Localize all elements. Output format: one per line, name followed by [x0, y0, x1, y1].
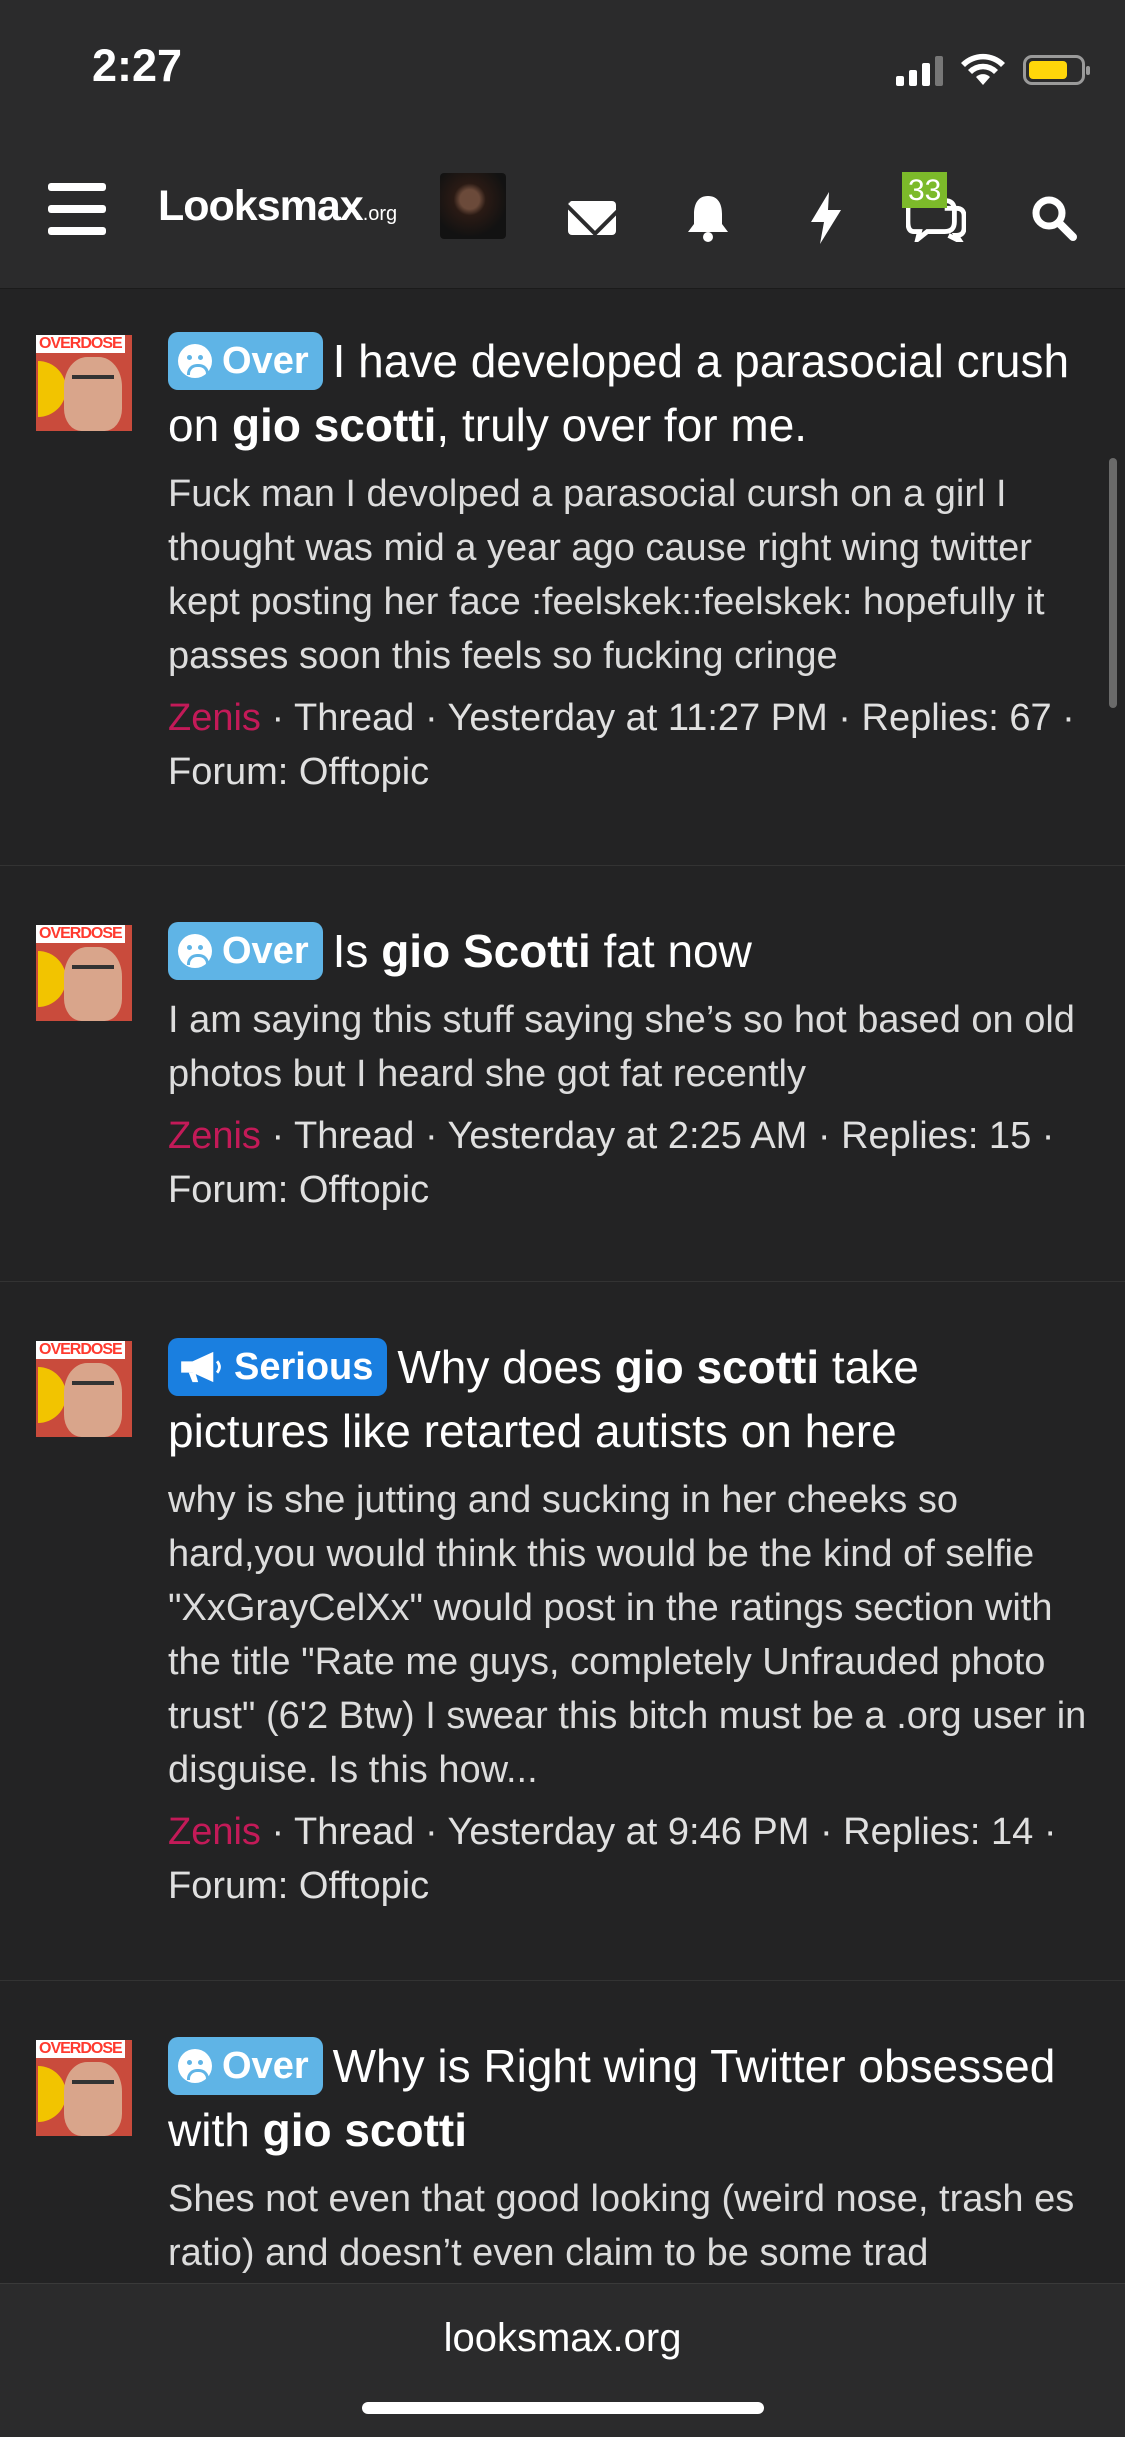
prefix-badge: Serious [168, 1338, 388, 1396]
author-avatar[interactable]: OVERDOSE [36, 925, 132, 1021]
sad-face-icon [178, 934, 212, 968]
author-link[interactable]: Zenis [168, 1115, 261, 1157]
thread-meta: Zenis · Thread · Yesterday at 2:25 AM · … [168, 1109, 1087, 1217]
thread-meta: Zenis · Thread · Yesterday at 11:27 PM ·… [168, 691, 1087, 799]
title-highlight: gio scotti [231, 399, 437, 451]
author-link[interactable]: Zenis [168, 697, 261, 739]
title-highlight: gio Scotti [381, 925, 591, 977]
thread-item[interactable]: OVERDOSE Over Is gio Scotti fat now I am … [0, 865, 1125, 1282]
battery-icon [1023, 55, 1090, 85]
author-avatar[interactable]: OVERDOSE [36, 1341, 132, 1437]
radiation-icon [38, 1367, 66, 1423]
avatar-overlay-text: OVERDOSE [36, 2040, 125, 2058]
radiation-icon [38, 2066, 66, 2122]
logo-text: Looksmax [158, 182, 364, 230]
wifi-icon [961, 53, 1005, 85]
thread-title[interactable]: Over I have developed a parasocial crush … [168, 329, 1087, 457]
search-icon[interactable] [1024, 188, 1084, 248]
meta-text: · Thread · Yesterday at 11:27 PM · Repli… [168, 697, 1075, 793]
megaphone-icon [181, 1351, 221, 1383]
thread-snippet: why is she jutting and sucking in her ch… [168, 1479, 1087, 1791]
thread-title[interactable]: Over Why is Right wing Twitter obsessed w… [168, 2034, 1087, 2162]
menu-icon[interactable] [48, 183, 106, 235]
user-avatar[interactable] [440, 173, 506, 239]
title-text: Why does [397, 1341, 615, 1393]
scrollbar[interactable] [1109, 458, 1117, 708]
mail-icon[interactable] [562, 188, 622, 248]
title-text: Is [332, 925, 382, 977]
status-time: 2:27 [92, 40, 183, 91]
author-link[interactable]: Zenis [168, 1811, 261, 1853]
prefix-label: Over [222, 930, 309, 972]
conversations-badge: 33 [902, 172, 948, 208]
site-logo[interactable]: Looksmax.org [158, 182, 397, 231]
status-icons [896, 50, 1090, 90]
prefix-badge: Over [168, 2037, 323, 2095]
cellular-signal-icon [896, 54, 943, 86]
avatar-overlay-text: OVERDOSE [36, 335, 125, 353]
thread-snippet: I am saying this stuff saying she’s so h… [168, 999, 1075, 1095]
prefix-badge: Over [168, 922, 323, 980]
prefix-label: Over [222, 2045, 309, 2087]
meta-text: · Thread · Yesterday at 2:25 AM · Replie… [168, 1115, 1055, 1211]
thread-snippet: Fuck man I devolped a parasocial cursh o… [168, 473, 1045, 677]
title-highlight: gio scotti [614, 1341, 820, 1393]
status-bar: 2:27 [0, 0, 1125, 140]
battery-level [1029, 61, 1067, 79]
prefix-badge: Over [168, 332, 323, 390]
title-highlight: gio scotti [262, 2104, 468, 2156]
radiation-icon [38, 361, 66, 417]
title-text: , truly over for me. [436, 399, 808, 451]
bell-icon[interactable] [678, 188, 738, 248]
thread-snippet: Shes not even that good looking (weird n… [168, 2178, 1075, 2274]
prefix-label: Over [222, 340, 309, 382]
avatar-overlay-text: OVERDOSE [36, 1341, 125, 1359]
thread-title[interactable]: Over Is gio Scotti fat now [168, 919, 1087, 983]
app-header: Looksmax.org 33 [0, 140, 1125, 289]
thread-item[interactable]: OVERDOSE Over I have developed a parasoci… [0, 289, 1125, 866]
title-text: fat now [590, 925, 752, 977]
sad-face-icon [178, 2049, 212, 2083]
author-avatar[interactable]: OVERDOSE [36, 2040, 132, 2136]
browser-address-bar[interactable]: looksmax.org [0, 2283, 1125, 2437]
author-avatar[interactable]: OVERDOSE [36, 335, 132, 431]
logo-suffix: .org [362, 203, 398, 225]
lightning-icon[interactable] [796, 188, 856, 248]
thread-item[interactable]: OVERDOSE Serious Why does gio scotti take… [0, 1281, 1125, 1981]
url-text[interactable]: looksmax.org [0, 2316, 1125, 2361]
prefix-label: Serious [234, 1346, 374, 1388]
meta-text: · Thread · Yesterday at 9:46 PM · Replie… [168, 1811, 1057, 1907]
avatar-overlay-text: OVERDOSE [36, 925, 125, 943]
thread-meta: Zenis · Thread · Yesterday at 9:46 PM · … [168, 1805, 1087, 1913]
thread-item[interactable]: OVERDOSE Over Why is Right wing Twitter o… [0, 1980, 1125, 2283]
thread-title[interactable]: Serious Why does gio scotti take pictures… [168, 1335, 1087, 1463]
radiation-icon [38, 951, 66, 1007]
sad-face-icon [178, 344, 212, 378]
home-indicator[interactable] [362, 2402, 764, 2414]
